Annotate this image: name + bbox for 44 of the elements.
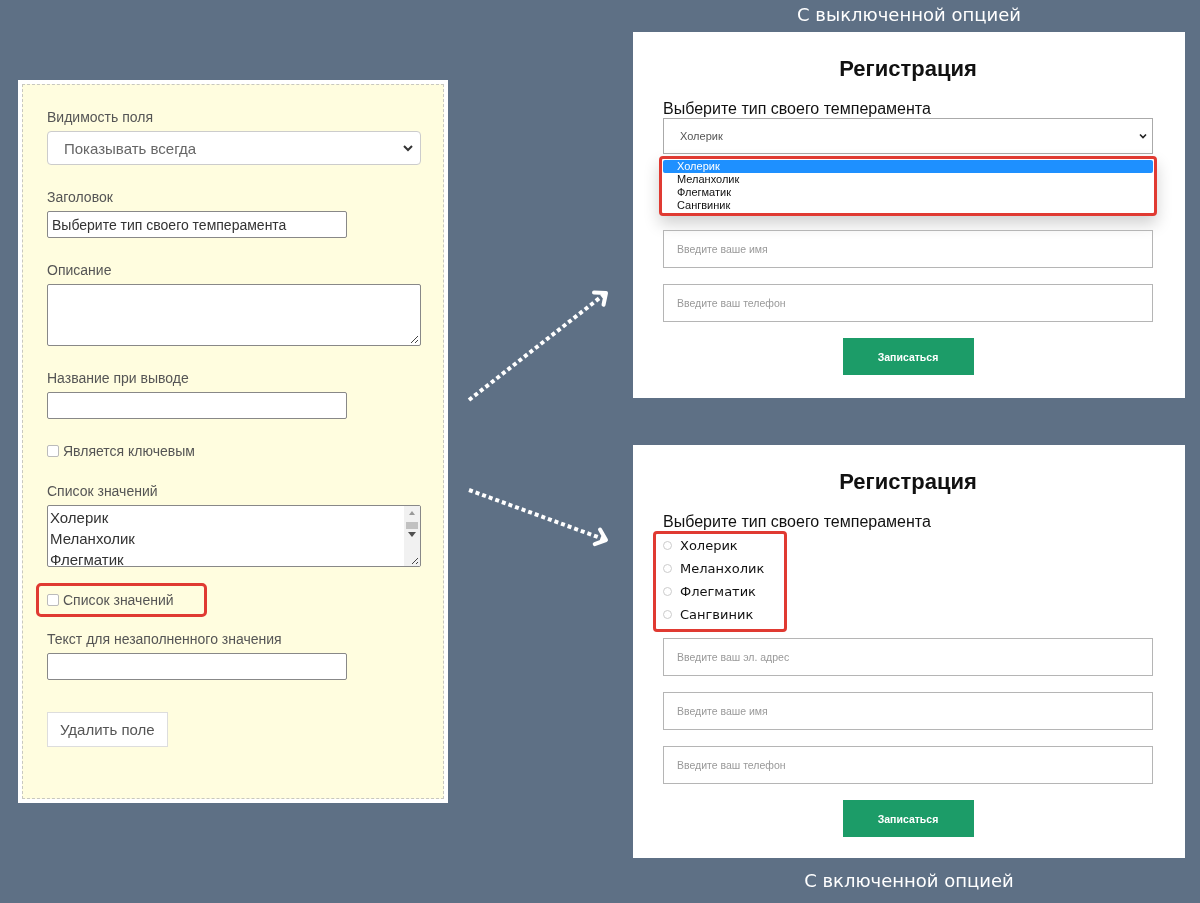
- question-label: Выберите тип своего темперамента: [663, 513, 932, 531]
- chevron-icon: [402, 142, 414, 154]
- checkbox-label: Является ключевым: [63, 443, 195, 459]
- checkbox-label: Список значений: [63, 592, 174, 608]
- dropdown-option[interactable]: Флегматик: [663, 186, 1153, 199]
- radio-button[interactable]: [663, 564, 672, 573]
- text-input[interactable]: Выберите тип своего темперамента: [47, 211, 347, 238]
- text-input[interactable]: [47, 653, 347, 680]
- delete-field-button[interactable]: Удалить поле: [47, 712, 168, 747]
- list-option[interactable]: Меланхолик: [50, 528, 402, 549]
- checkbox[interactable]: [47, 445, 59, 457]
- field-label: Заголовок: [47, 189, 113, 205]
- panel-caption: С включенной опцией: [804, 870, 1014, 891]
- dropdown-option[interactable]: Меланхолик: [663, 173, 1153, 186]
- radio-label: Меланхолик: [680, 560, 765, 577]
- checkbox[interactable]: [47, 594, 59, 606]
- radio-label: Сангвиник: [680, 606, 754, 623]
- submit-button[interactable]: Записаться: [842, 800, 974, 837]
- textarea-field[interactable]: [47, 284, 421, 346]
- form-title: Регистрация: [839, 56, 977, 82]
- radio-label: Холерик: [680, 537, 738, 554]
- radio-label: Флегматик: [680, 583, 756, 600]
- dropdown-list[interactable]: Холерик Меланхолик Флегматик Сангвиник: [659, 156, 1157, 216]
- submit-button[interactable]: Записаться: [842, 338, 974, 375]
- list-option[interactable]: Холерик: [50, 507, 402, 528]
- resize-grip-icon[interactable]: [410, 335, 419, 344]
- question-label: Выберите тип своего темперамента: [663, 100, 932, 118]
- radio-button[interactable]: [663, 541, 672, 550]
- radio-button[interactable]: [663, 587, 672, 596]
- field-label: Текст для незаполненного значения: [47, 631, 282, 647]
- form-title: Регистрация: [839, 469, 977, 495]
- values-listbox[interactable]: Холерик Меланхолик Флегматик: [47, 505, 421, 567]
- text-input[interactable]: [47, 392, 347, 419]
- visibility-select[interactable]: Показывать всегда: [47, 131, 421, 165]
- field-label: Описание: [47, 262, 112, 278]
- temperament-select[interactable]: Холерик: [663, 118, 1153, 154]
- chevron-icon: [1138, 131, 1148, 141]
- field-label: Видимость поля: [47, 109, 153, 125]
- field-label: Список значений: [47, 483, 158, 499]
- list-option[interactable]: Флегматик: [50, 549, 402, 566]
- radio-button[interactable]: [663, 610, 672, 619]
- dropdown-option[interactable]: Сангвиник: [663, 199, 1153, 212]
- field-label: Название при выводе: [47, 370, 189, 386]
- panel-caption: С выключенной опцией: [797, 4, 1021, 25]
